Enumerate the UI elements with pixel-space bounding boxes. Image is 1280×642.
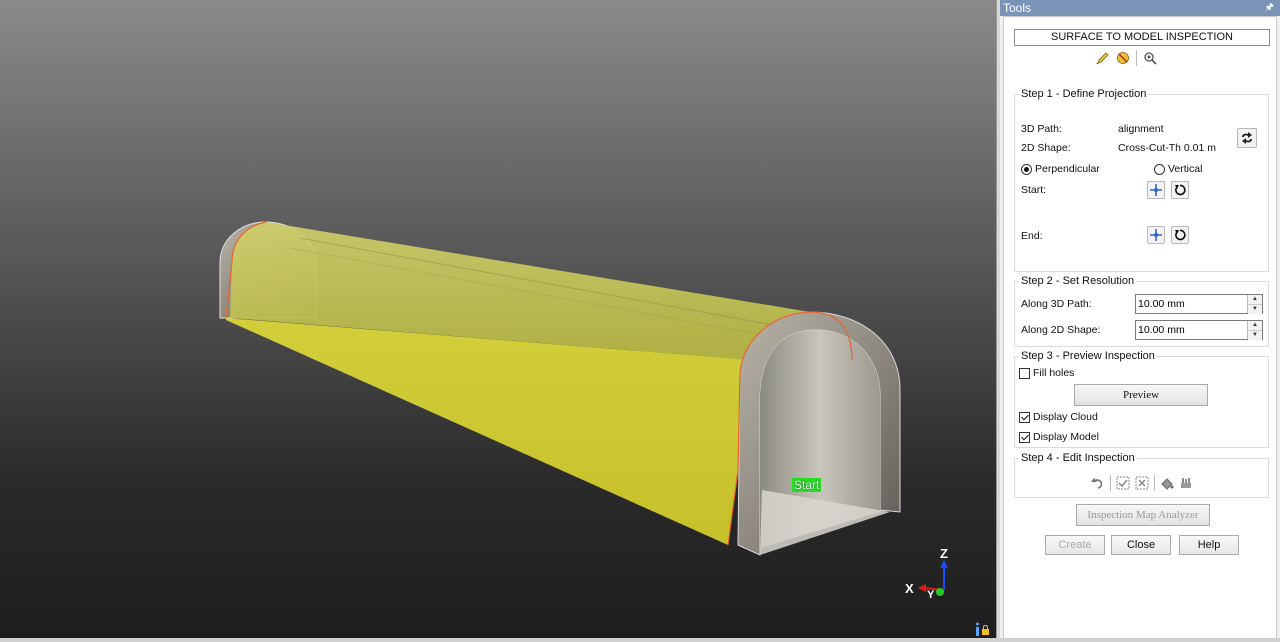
step4-group: Step 4 - Edit Inspection bbox=[1014, 452, 1269, 498]
axis-y-label: Y bbox=[927, 589, 935, 601]
display-cloud-checkbox[interactable] bbox=[1019, 412, 1030, 423]
step4-title: Step 4 - Edit Inspection bbox=[1019, 452, 1137, 464]
display-model-label[interactable]: Display Model bbox=[1033, 431, 1099, 443]
panel-title: Tools bbox=[1003, 1, 1032, 15]
reset-start-button[interactable] bbox=[1171, 181, 1189, 199]
vertical-radio[interactable] bbox=[1154, 164, 1165, 175]
step1-title: Step 1 - Define Projection bbox=[1019, 88, 1149, 100]
undo-icon[interactable] bbox=[1090, 476, 1105, 490]
reset-end-button[interactable] bbox=[1171, 226, 1189, 244]
edit-points-icon[interactable] bbox=[1179, 476, 1193, 490]
inspection-map-analyzer-button[interactable]: Inspection Map Analyzer bbox=[1076, 504, 1210, 526]
step1-group: Step 1 - Define Projection 3D Path: alig… bbox=[1014, 88, 1269, 272]
step2-title: Step 2 - Set Resolution bbox=[1019, 275, 1137, 287]
end-label: End: bbox=[1021, 230, 1043, 242]
tools-panel: Tools 🖈 SURFACE TO MODEL INSPECTION Step… bbox=[1000, 0, 1280, 642]
toolbar-separator bbox=[1109, 475, 1111, 491]
create-button[interactable]: Create bbox=[1045, 535, 1105, 555]
along-path-input[interactable] bbox=[1136, 295, 1250, 313]
panel-content: SURFACE TO MODEL INSPECTION Step 1 - Def… bbox=[1003, 16, 1277, 640]
step2-group: Step 2 - Set Resolution Along 3D Path: ▲… bbox=[1014, 275, 1269, 347]
spin-down-icon[interactable]: ▼ bbox=[1248, 330, 1262, 340]
pencil-icon[interactable] bbox=[1096, 51, 1110, 65]
path-value: alignment bbox=[1118, 123, 1164, 135]
fill-holes-label[interactable]: Fill holes bbox=[1033, 367, 1074, 379]
reset-icon bbox=[1175, 229, 1186, 241]
fill-holes-checkbox[interactable] bbox=[1019, 368, 1030, 379]
pin-icon[interactable]: 🖈 bbox=[1265, 0, 1274, 16]
panel-titlebar: Tools 🖈 bbox=[1000, 0, 1280, 16]
spin-down-icon[interactable]: ▼ bbox=[1248, 304, 1262, 314]
swap-icon bbox=[1242, 132, 1252, 144]
crosshair-icon bbox=[1150, 229, 1162, 241]
pick-start-button[interactable] bbox=[1147, 181, 1165, 199]
deselect-icon[interactable] bbox=[1135, 476, 1149, 490]
toolbar-separator bbox=[1136, 50, 1137, 66]
select-icon[interactable] bbox=[1116, 476, 1130, 490]
shape-label: 2D Shape: bbox=[1021, 142, 1071, 154]
step3-group: Step 3 - Preview Inspection Fill holes P… bbox=[1014, 350, 1269, 448]
toolbar-separator bbox=[1153, 475, 1155, 491]
pick-end-button[interactable] bbox=[1147, 226, 1165, 244]
shape-value: Cross-Cut-Th 0.01 m bbox=[1118, 142, 1217, 154]
inspection-banner: SURFACE TO MODEL INSPECTION bbox=[1014, 29, 1270, 46]
close-button[interactable]: Close bbox=[1111, 535, 1171, 555]
axis-x-label: X bbox=[905, 581, 914, 596]
preview-button[interactable]: Preview bbox=[1074, 384, 1208, 406]
display-model-checkbox[interactable] bbox=[1019, 432, 1030, 443]
3d-viewport[interactable]: Start Z X Y bbox=[0, 0, 996, 642]
step3-title: Step 3 - Preview Inspection bbox=[1019, 350, 1157, 362]
help-button[interactable]: Help bbox=[1179, 535, 1239, 555]
perpendicular-radio[interactable] bbox=[1021, 164, 1032, 175]
swap-button[interactable] bbox=[1237, 128, 1257, 148]
along-shape-spinbox: ▲▼ bbox=[1135, 320, 1263, 340]
axis-z-label: Z bbox=[940, 546, 948, 561]
start-marker-label[interactable]: Start bbox=[792, 478, 822, 492]
along-shape-input[interactable] bbox=[1136, 321, 1250, 339]
start-label: Start: bbox=[1021, 184, 1047, 196]
info-lock-icon[interactable] bbox=[976, 622, 990, 636]
along-shape-label: Along 2D Shape: bbox=[1021, 324, 1101, 336]
perpendicular-label[interactable]: Perpendicular bbox=[1035, 163, 1100, 175]
spin-up-icon[interactable]: ▲ bbox=[1248, 321, 1262, 330]
toolbar bbox=[1096, 50, 1157, 66]
status-strip bbox=[0, 638, 1280, 642]
path-label: 3D Path: bbox=[1021, 123, 1062, 135]
settings-icon[interactable] bbox=[1143, 51, 1157, 65]
eraser-icon[interactable] bbox=[1116, 51, 1130, 65]
along-path-spinbox: ▲▼ bbox=[1135, 294, 1263, 314]
fill-icon[interactable] bbox=[1160, 476, 1174, 490]
vertical-label[interactable]: Vertical bbox=[1168, 163, 1202, 175]
along-path-label: Along 3D Path: bbox=[1021, 298, 1092, 310]
tunnel-model-scene bbox=[219, 221, 948, 596]
display-cloud-label[interactable]: Display Cloud bbox=[1033, 411, 1098, 423]
spin-up-icon[interactable]: ▲ bbox=[1248, 295, 1262, 304]
reset-icon bbox=[1175, 184, 1186, 196]
edit-toolbar bbox=[1015, 475, 1268, 491]
crosshair-icon bbox=[1150, 184, 1162, 196]
